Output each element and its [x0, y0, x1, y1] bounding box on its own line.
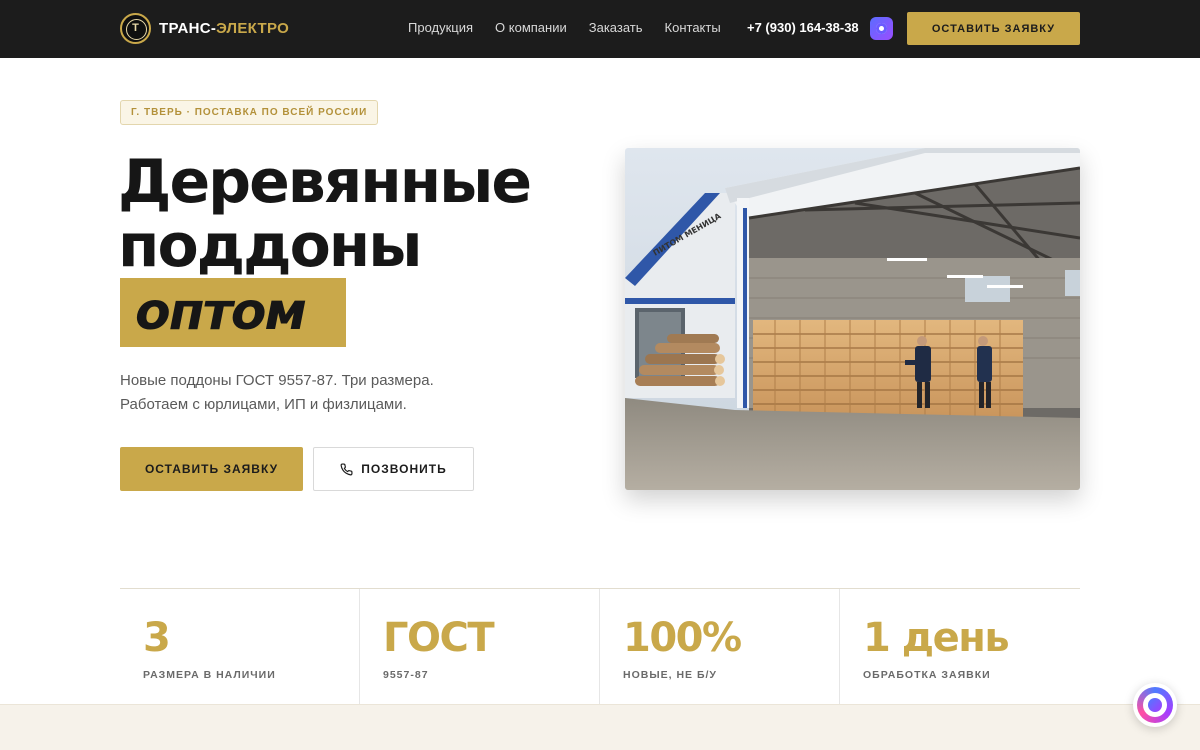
phone-icon — [340, 462, 353, 475]
logo-emblem-icon: Т — [120, 13, 151, 44]
stat-label: НОВЫЕ, НЕ Б/У — [623, 669, 717, 681]
stat-gost: ГОСТ 9557-87 — [360, 589, 600, 705]
stats-row: 3 РАЗМЕРА В НАЛИЧИИ ГОСТ 9557-87 100% НО… — [120, 588, 1080, 705]
hero-subtitle-line-2: Работаем с юрлицами, ИП и физлицами. — [120, 396, 407, 413]
hero-title-highlight: оптом — [120, 278, 346, 347]
hero-call-button[interactable]: ПОЗВОНИТЬ — [313, 447, 474, 491]
logo-text: ТРАНС-ЭЛЕКТРО — [159, 20, 290, 37]
location-badge: Г. ТВЕРЬ · ПОСТАВКА ПО ВСЕЙ РОССИИ — [120, 100, 379, 125]
chat-icon[interactable] — [870, 17, 893, 40]
hero-call-button-label: ПОЗВОНИТЬ — [361, 462, 447, 476]
warehouse-illustration: ПИТОМ МЕНИЦА — [625, 148, 1080, 490]
site-header: Т ТРАНС-ЭЛЕКТРО Продукция О компании Зак… — [0, 0, 1200, 58]
hero-title-line-1: Деревянные — [118, 147, 532, 217]
hero-title-line-2: поддоны — [118, 211, 423, 281]
hero-subtitle-line-1: Новые поддоны ГОСТ 9557-87. Три размера. — [120, 372, 434, 389]
stat-value: 3 — [143, 615, 171, 661]
chat-widget-icon[interactable] — [1133, 683, 1177, 727]
header-phone-link[interactable]: +7 (930) 164-38-38 — [747, 20, 859, 35]
next-section-band — [0, 704, 1200, 750]
logo[interactable]: Т ТРАНС-ЭЛЕКТРО — [120, 13, 289, 44]
nav-item-about[interactable]: О компании — [495, 20, 567, 35]
stat-value: ГОСТ — [383, 615, 495, 661]
stat-value: 1 день — [863, 615, 1010, 661]
stat-label: РАЗМЕРА В НАЛИЧИИ — [143, 669, 276, 681]
nav-item-products[interactable]: Продукция — [408, 20, 473, 35]
hero-title: Деревянные поддоны — [118, 147, 532, 281]
hero-request-button[interactable]: ОСТАВИТЬ ЗАЯВКУ — [120, 447, 303, 491]
stat-value: 100% — [623, 615, 742, 661]
stat-label: ОБРАБОТКА ЗАЯВКИ — [863, 669, 991, 681]
main-nav: Продукция О компании Заказать Контакты — [408, 20, 743, 35]
chat-widget-dot — [1148, 698, 1162, 712]
header-request-button[interactable]: ОСТАВИТЬ ЗАЯВКУ — [907, 12, 1080, 45]
warehouse-photo: ПИТОМ МЕНИЦА — [625, 148, 1080, 490]
hero-title-highlight-text: оптом — [135, 282, 307, 342]
stat-processing: 1 день ОБРАБОТКА ЗАЯВКИ — [840, 589, 1080, 705]
nav-item-contacts[interactable]: Контакты — [665, 20, 721, 35]
nav-item-order[interactable]: Заказать — [589, 20, 643, 35]
stat-label: 9557-87 — [383, 669, 429, 681]
stat-sizes: 3 РАЗМЕРА В НАЛИЧИИ — [120, 589, 360, 705]
hero-subtitle: Новые поддоны ГОСТ 9557-87. Три размера.… — [120, 369, 560, 417]
stat-new: 100% НОВЫЕ, НЕ Б/У — [600, 589, 840, 705]
